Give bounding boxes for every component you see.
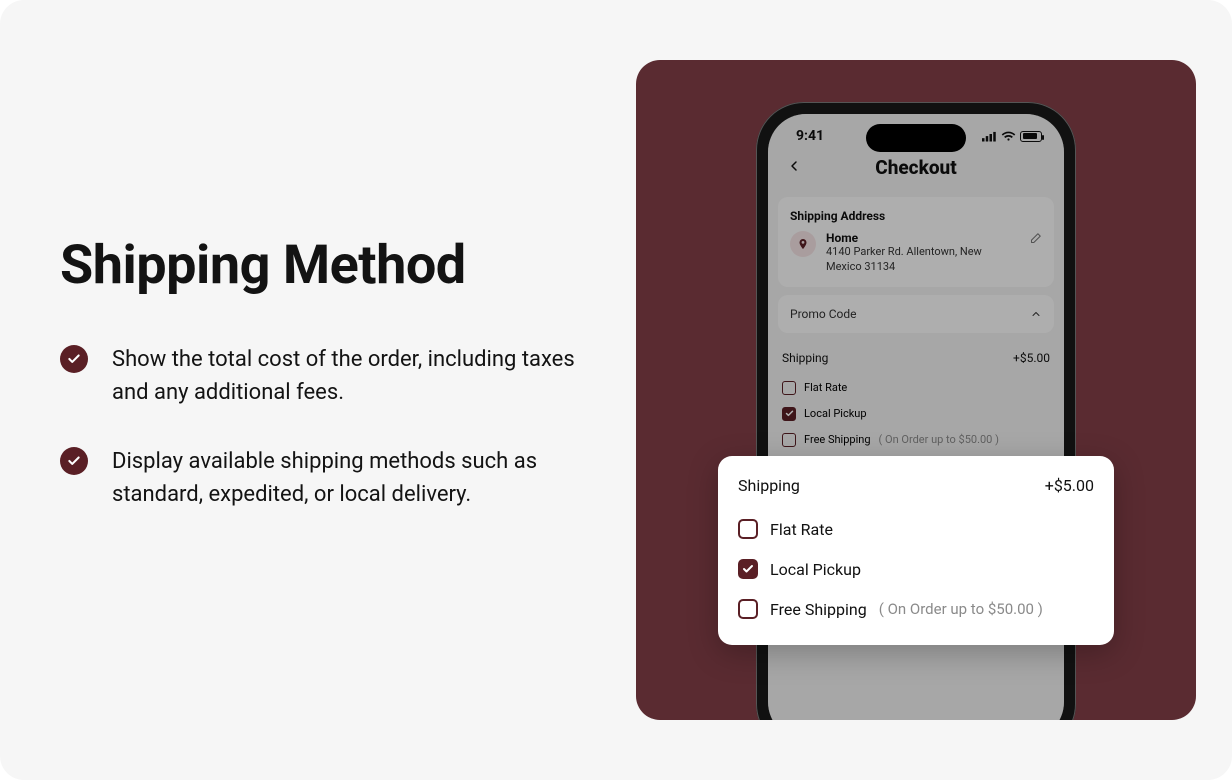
promo-code-row[interactable]: Promo Code	[778, 295, 1054, 333]
checkbox-icon	[738, 599, 758, 619]
option-local-pickup[interactable]: Local Pickup	[778, 401, 1054, 427]
status-icons	[982, 131, 1042, 142]
option-label: Local Pickup	[804, 407, 867, 420]
phone-notch	[866, 124, 966, 152]
checkbox-icon	[738, 519, 758, 539]
option-note: ( On Order up to $50.00 )	[879, 433, 999, 446]
slide-heading: Shipping Method	[60, 234, 600, 297]
edit-address-button[interactable]	[1028, 231, 1042, 250]
shipping-callout-card: Shipping +$5.00 Flat Rate Local Pickup F…	[718, 456, 1114, 645]
pencil-icon	[1028, 232, 1042, 246]
option-label: Local Pickup	[770, 560, 861, 579]
location-pin-icon	[790, 231, 816, 257]
app-header: Checkout	[768, 150, 1064, 191]
copy-column: Shipping Method Show the total cost of t…	[0, 0, 600, 780]
promo-label: Promo Code	[790, 307, 857, 321]
option-label: Flat Rate	[770, 520, 833, 539]
feature-slide: Shipping Method Show the total cost of t…	[0, 0, 1232, 780]
shipping-block: Shipping +$5.00 Flat Rate Local Pickup	[778, 341, 1054, 453]
battery-icon	[1020, 131, 1042, 142]
callout-header: Shipping +$5.00	[738, 476, 1094, 495]
shipping-header: Shipping +$5.00	[778, 341, 1054, 375]
back-button[interactable]	[784, 156, 804, 176]
option-flat-rate[interactable]: Flat Rate	[778, 375, 1054, 401]
checkbox-checked-icon	[738, 559, 758, 579]
mockup-column: 9:41 Checkout Ship	[600, 0, 1232, 780]
address-name: Home	[826, 231, 1018, 245]
option-label: Free Shipping	[770, 600, 867, 619]
address-line: 4140 Parker Rd. Allentown, New Mexico 31…	[826, 245, 1018, 275]
screen-title: Checkout	[875, 156, 956, 179]
callout-option-local-pickup[interactable]: Local Pickup	[738, 549, 1094, 589]
address-body: Home 4140 Parker Rd. Allentown, New Mexi…	[826, 231, 1018, 275]
address-row[interactable]: Home 4140 Parker Rd. Allentown, New Mexi…	[790, 231, 1042, 275]
signal-icon	[982, 131, 997, 142]
shipping-price: +$5.00	[1013, 351, 1050, 365]
section-label: Shipping Address	[790, 209, 1042, 223]
chevron-up-icon	[1030, 308, 1042, 320]
checkbox-checked-icon	[782, 407, 796, 421]
wifi-icon	[1001, 131, 1016, 142]
chevron-left-icon	[786, 158, 802, 174]
mockup-stage: 9:41 Checkout Ship	[636, 60, 1196, 720]
option-label: Flat Rate	[804, 381, 847, 394]
callout-option-free-shipping[interactable]: Free Shipping ( On Order up to $50.00 )	[738, 589, 1094, 629]
bullet-item: Show the total cost of the order, includ…	[60, 343, 600, 409]
checkbox-icon	[782, 433, 796, 447]
check-icon	[60, 447, 88, 475]
option-free-shipping[interactable]: Free Shipping ( On Order up to $50.00 )	[778, 427, 1054, 453]
check-icon	[60, 345, 88, 373]
option-label: Free Shipping	[804, 433, 871, 446]
bullet-text: Display available shipping methods such …	[112, 445, 582, 511]
bullet-text: Show the total cost of the order, includ…	[112, 343, 582, 409]
callout-option-flat-rate[interactable]: Flat Rate	[738, 509, 1094, 549]
option-note: ( On Order up to $50.00 )	[879, 600, 1043, 618]
checkbox-icon	[782, 381, 796, 395]
callout-shipping-price: +$5.00	[1045, 476, 1094, 495]
bullet-item: Display available shipping methods such …	[60, 445, 600, 511]
status-time: 9:41	[796, 128, 824, 144]
callout-shipping-label: Shipping	[738, 476, 800, 495]
shipping-address-card: Shipping Address Home 4140 Parker Rd. Al…	[778, 197, 1054, 287]
shipping-label: Shipping	[782, 351, 828, 365]
